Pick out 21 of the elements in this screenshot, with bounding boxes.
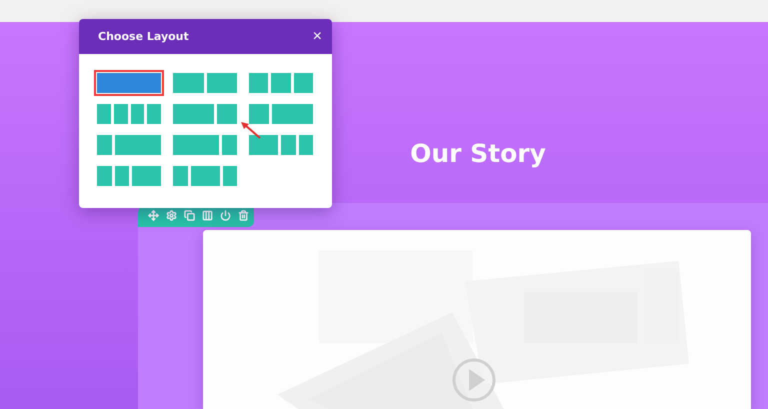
layout-option[interactable]	[173, 135, 237, 155]
layout-option[interactable]	[97, 166, 161, 186]
layout-option[interactable]	[97, 135, 161, 155]
layout-option[interactable]	[249, 104, 313, 124]
layout-option[interactable]	[173, 166, 237, 186]
power-icon[interactable]	[218, 208, 232, 222]
trash-icon[interactable]	[236, 208, 250, 222]
section-heading: Our Story	[410, 141, 546, 166]
duplicate-icon[interactable]	[182, 208, 196, 222]
close-button[interactable]: ×	[312, 28, 322, 44]
layout-option[interactable]	[249, 73, 313, 93]
columns-icon[interactable]	[200, 208, 214, 222]
layout-option[interactable]	[97, 104, 161, 124]
play-icon[interactable]	[451, 357, 497, 403]
settings-icon[interactable]	[164, 208, 178, 222]
layout-option[interactable]	[249, 135, 313, 155]
layout-option[interactable]	[173, 104, 237, 124]
pointer-arrow	[239, 120, 263, 140]
layout-option[interactable]	[173, 73, 237, 93]
popup-title: Choose Layout	[98, 30, 189, 43]
move-icon[interactable]	[146, 208, 160, 222]
